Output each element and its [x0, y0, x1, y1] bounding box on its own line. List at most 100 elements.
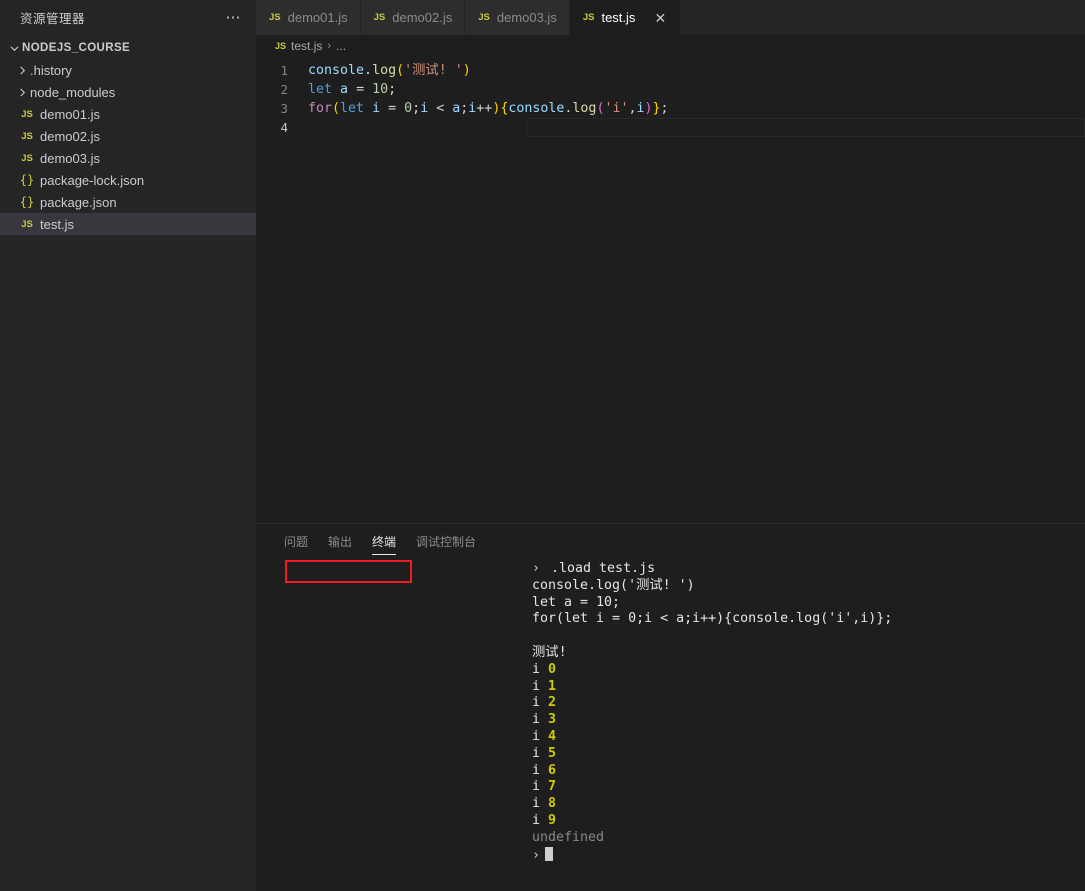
js-file-icon: JS — [269, 12, 281, 23]
loop-value: 1 — [548, 678, 557, 694]
js-file-icon: JS — [373, 12, 386, 23]
tab-label: demo01.js — [287, 10, 348, 25]
tree-item-demo01-js[interactable]: JS demo01.js — [0, 103, 256, 125]
code-line-3: 3 for(let i = 0;i < a;i++){console.log('… — [256, 99, 1085, 118]
editor-area: JS demo01.js JS demo02.js JS demo03.js J… — [256, 0, 1085, 891]
tree-item-label: demo01.js — [40, 106, 100, 122]
terminal-active-prompt: › — [256, 846, 1085, 864]
bottom-panel: 问题 输出 终端 调试控制台 › .load test.js console.lo… — [256, 523, 1085, 891]
panel-tab-debug-console[interactable]: 调试控制台 — [406, 536, 486, 555]
panel-tab-terminal[interactable]: 终端 — [362, 536, 406, 555]
loop-label: i — [532, 678, 541, 694]
loop-label: i — [532, 712, 541, 728]
block-cursor — [545, 846, 554, 861]
tab-demo01-js[interactable]: JS demo01.js — [256, 0, 361, 35]
loop-value: 5 — [548, 745, 557, 761]
loop-label: i — [532, 695, 541, 711]
chevron-right-icon — [14, 88, 30, 97]
tree-item-label: demo03.js — [40, 150, 100, 166]
terminal-loop-line: i 5 — [256, 746, 1085, 763]
tree-item-demo03-js[interactable]: JS demo03.js — [0, 147, 256, 169]
tab-label: demo03.js — [496, 10, 557, 25]
chevron-down-icon — [6, 44, 22, 53]
terminal-loop-line: i 8 — [256, 796, 1085, 813]
panel-tab-output[interactable]: 输出 — [318, 536, 362, 555]
loop-label: i — [532, 812, 541, 828]
chevron-right-icon: › — [327, 40, 332, 52]
tab-test-js[interactable]: JS test.js ✕ — [569, 0, 682, 35]
loop-value: 4 — [548, 728, 557, 744]
terminal-loop-line: i 9 — [256, 813, 1085, 830]
loop-value: 2 — [548, 695, 557, 711]
tree-item-node-modules[interactable]: node_modules — [0, 81, 256, 103]
file-tree: NODEJS_COURSE .history node_modules JS d… — [0, 35, 256, 235]
terminal-echo-line: console.log('测试! ') — [532, 577, 695, 593]
tree-item-demo02-js[interactable]: JS demo02.js — [0, 125, 256, 147]
tree-item-label: demo02.js — [40, 128, 100, 144]
terminal-loop-line: i 6 — [256, 763, 1085, 780]
terminal-output[interactable]: › .load test.js console.log('测试! ') let a… — [256, 555, 1085, 891]
terminal-loop-line: i 2 — [256, 695, 1085, 712]
editor-tab-bar: JS demo01.js JS demo02.js JS demo03.js J… — [256, 0, 1085, 35]
panel-tab-label: 问题 — [284, 535, 309, 549]
line-number: 2 — [280, 82, 288, 97]
terminal-program-output: 测试! — [532, 644, 567, 660]
json-file-icon: {} — [19, 195, 35, 209]
code-editor[interactable]: 1 console.log('测试! ') 2 let a = 10; 3 fo… — [256, 57, 1085, 523]
tree-item-label: package.json — [40, 194, 117, 210]
terminal-loop-line: i 1 — [256, 679, 1085, 696]
tree-item-label: test.js — [40, 216, 74, 232]
tab-demo02-js[interactable]: JS demo02.js — [360, 0, 466, 35]
terminal-command-line: › .load test.js — [256, 561, 1085, 578]
loop-value: 3 — [548, 712, 557, 728]
explorer-header: 资源管理器 ⋯ — [0, 0, 256, 35]
terminal-loop-line: i 0 — [256, 662, 1085, 679]
tree-item-label: node_modules — [30, 84, 116, 100]
tree-item-test-js[interactable]: JS test.js — [0, 213, 256, 235]
tree-item-package-json[interactable]: {} package.json — [0, 191, 256, 213]
terminal-return-value: undefined — [532, 829, 605, 845]
loop-value: 0 — [548, 661, 557, 677]
vscode-window: 资源管理器 ⋯ NODEJS_COURSE .history node_modu… — [0, 0, 1085, 891]
code-line-2: 2 let a = 10; — [256, 80, 1085, 99]
loop-value: 7 — [548, 779, 557, 795]
panel-tab-label: 输出 — [328, 535, 353, 549]
current-line-highlight — [526, 118, 1085, 137]
loop-label: i — [532, 762, 541, 778]
prompt-symbol: › — [532, 561, 541, 576]
panel-tab-label: 终端 — [372, 535, 397, 549]
line-number: 1 — [280, 63, 288, 78]
js-file-icon: JS — [21, 130, 33, 142]
tree-item-label: package-lock.json — [40, 172, 145, 188]
explorer-sidebar: 资源管理器 ⋯ NODEJS_COURSE .history node_modu… — [0, 0, 256, 891]
breadcrumb: JS test.js › ... — [256, 35, 1085, 57]
loop-label: i — [532, 745, 541, 761]
json-file-icon: {} — [19, 173, 35, 187]
tree-root-nodejs-course[interactable]: NODEJS_COURSE — [0, 37, 256, 59]
terminal-loop-line: i 3 — [256, 712, 1085, 729]
terminal-echo-line: for(let i = 0;i < a;i++){console.log('i'… — [532, 611, 893, 627]
js-file-icon: JS — [21, 108, 33, 120]
js-file-icon: JS — [21, 218, 33, 230]
tree-item-history[interactable]: .history — [0, 59, 256, 81]
close-icon[interactable]: ✕ — [652, 11, 668, 25]
tree-item-label: .history — [30, 62, 72, 78]
panel-tab-problems[interactable]: 问题 — [274, 536, 318, 555]
js-file-icon: JS — [21, 152, 33, 164]
tab-demo03-js[interactable]: JS demo03.js — [465, 0, 570, 35]
loop-value: 9 — [548, 812, 557, 828]
ellipsis-icon[interactable]: ⋯ — [220, 10, 249, 25]
breadcrumb-overflow[interactable]: ... — [336, 39, 346, 53]
panel-tab-bar: 问题 输出 终端 调试控制台 — [256, 524, 1085, 555]
chevron-right-icon — [14, 66, 30, 75]
breadcrumb-file[interactable]: test.js — [291, 39, 322, 53]
terminal-command: .load test.js — [551, 561, 656, 576]
loop-value: 6 — [548, 762, 557, 778]
tab-label: demo02.js — [392, 10, 453, 25]
line-number: 4 — [280, 120, 288, 135]
code-text: console.log('测试! ') — [308, 63, 471, 78]
tree-root-label: NODEJS_COURSE — [22, 42, 131, 54]
tree-item-package-lock-json[interactable]: {} package-lock.json — [0, 169, 256, 191]
loop-value: 8 — [548, 796, 557, 812]
